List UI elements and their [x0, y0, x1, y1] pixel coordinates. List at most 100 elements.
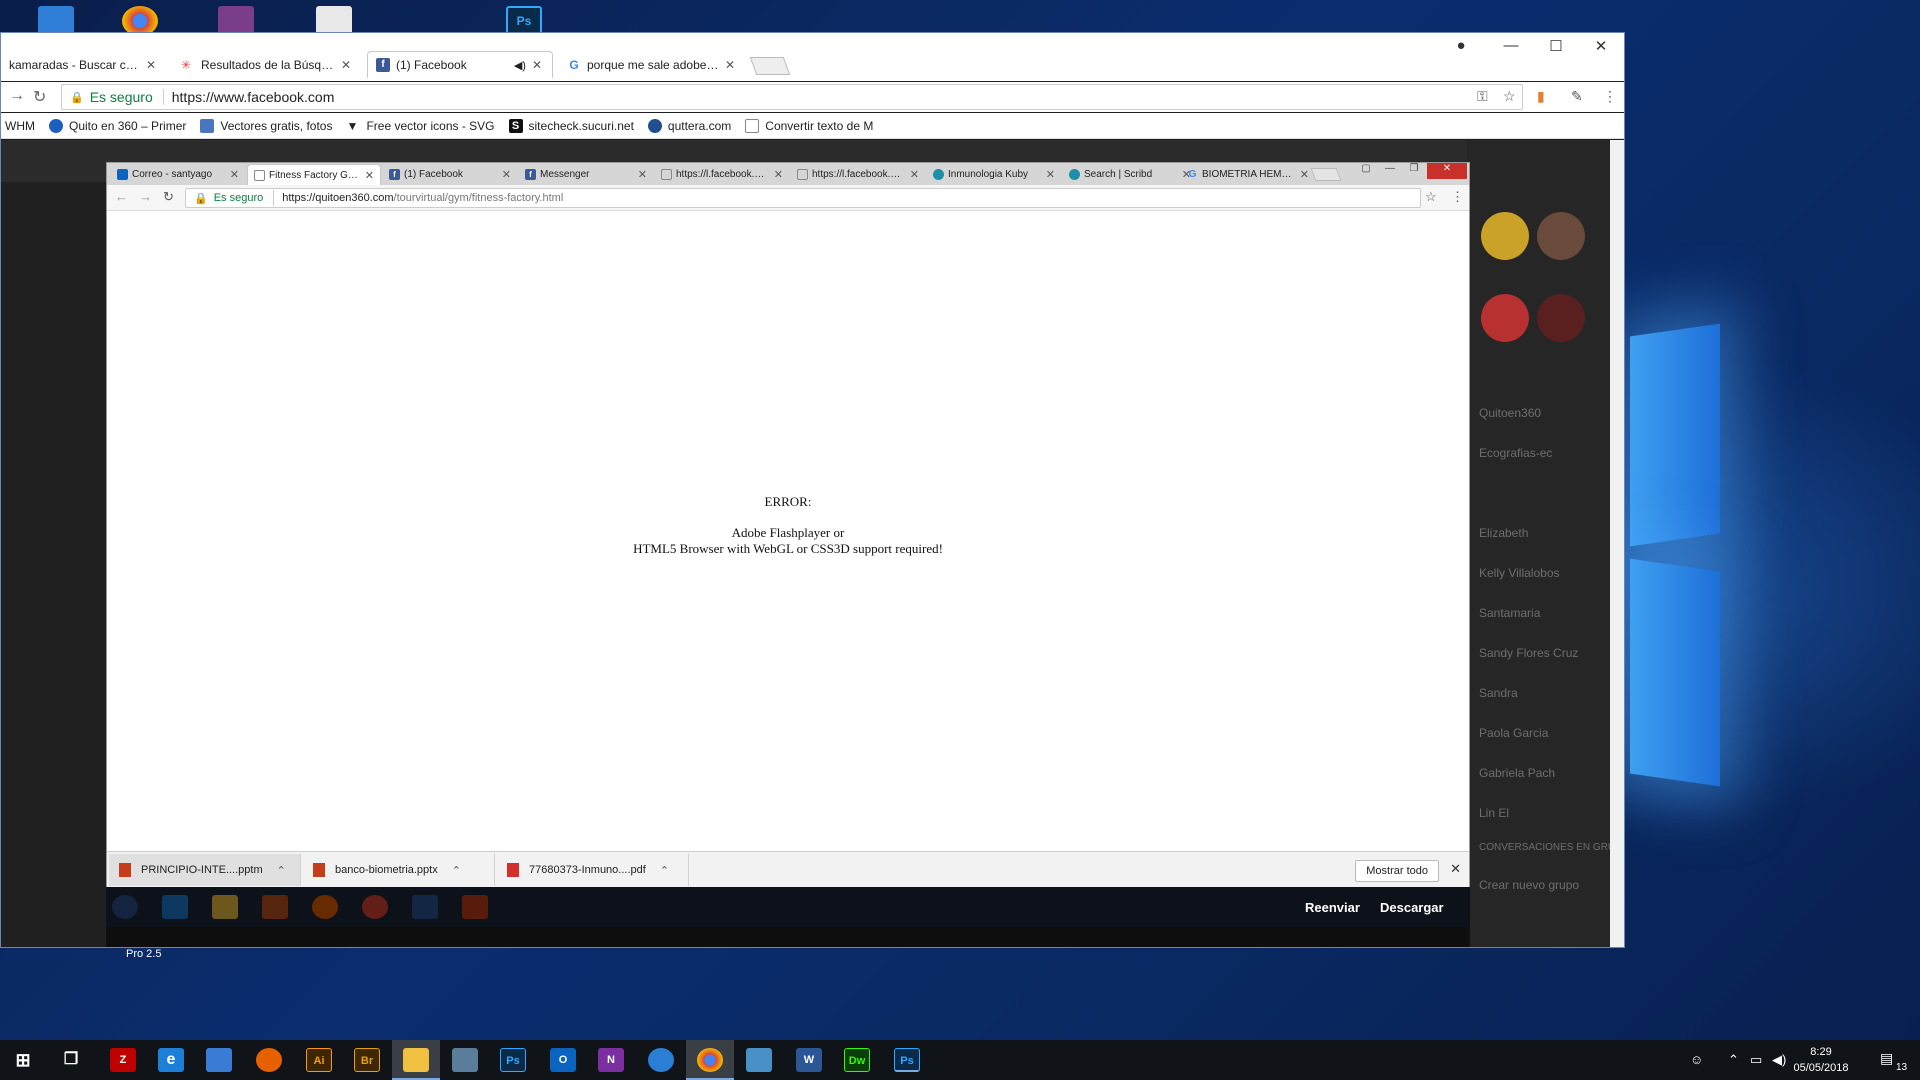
- chevron-up-icon[interactable]: ⌃: [660, 864, 669, 877]
- chevron-up-icon[interactable]: ⌃: [452, 864, 461, 877]
- notification-icon[interactable]: ▤: [1880, 1050, 1893, 1067]
- menu-icon[interactable]: ⋮: [1603, 88, 1617, 105]
- inner-tab-fitness-factory[interactable]: Fitness Factory Gym ✕: [247, 164, 381, 185]
- avatar[interactable]: [1481, 294, 1529, 342]
- onenote-icon[interactable]: N: [598, 1048, 624, 1072]
- chat-contact[interactable]: Sandy Flores Cruz: [1479, 646, 1578, 660]
- inner-address-bar[interactable]: 🔒 Es seguro https://quitoen360.com/tourv…: [185, 188, 1421, 208]
- photoshop-icon[interactable]: Ps: [500, 1048, 526, 1072]
- edge-icon[interactable]: e: [158, 1048, 184, 1072]
- star-icon[interactable]: ☆: [1503, 88, 1516, 105]
- back-icon[interactable]: ←: [115, 189, 128, 204]
- word-icon[interactable]: W: [796, 1048, 822, 1072]
- outer-tab-google-flash[interactable]: G porque me sale adobe flash ✕: [559, 51, 745, 78]
- star-icon[interactable]: ☆: [1425, 189, 1437, 205]
- chat-contact[interactable]: Santamaria: [1479, 606, 1540, 620]
- download-item[interactable]: PRINCIPIO-INTE....pptm ⌃: [109, 854, 301, 886]
- profile-icon[interactable]: ●: [1441, 37, 1481, 54]
- inner-minimize-button[interactable]: —: [1379, 163, 1401, 179]
- close-icon[interactable]: ✕: [146, 58, 156, 72]
- filezilla-icon[interactable]: Z: [110, 1048, 136, 1072]
- outer-tab-google-search[interactable]: kamaradas - Buscar con Google ✕: [1, 51, 166, 78]
- settings-app-icon[interactable]: [746, 1048, 772, 1072]
- task-view-icon[interactable]: ❐: [58, 1048, 84, 1072]
- inner-tab-scribd[interactable]: Search | Scribd ✕: [1063, 164, 1197, 185]
- reload-icon[interactable]: ↻: [163, 189, 174, 205]
- firefox-icon[interactable]: [256, 1048, 282, 1072]
- reload-icon[interactable]: ↻: [33, 87, 46, 107]
- inner-tab-inmunologia[interactable]: Inmunologia Kuby ✕: [927, 164, 1061, 185]
- bridge-icon[interactable]: Br: [354, 1048, 380, 1072]
- close-icon[interactable]: ✕: [502, 168, 511, 181]
- bookmark-vectores[interactable]: Vectores gratis, fotos: [200, 118, 332, 133]
- chrome-icon[interactable]: [697, 1048, 723, 1072]
- thunderbird-icon[interactable]: [648, 1048, 674, 1072]
- bookmark-quttera[interactable]: quttera.com: [647, 118, 731, 133]
- inner-new-tab-button[interactable]: [1310, 168, 1342, 181]
- dreamweaver-icon[interactable]: Dw: [844, 1048, 870, 1072]
- file-explorer-icon[interactable]: [403, 1048, 429, 1072]
- avatar[interactable]: [1537, 294, 1585, 342]
- bookmark-free-vector-icons[interactable]: ▼ Free vector icons - SVG: [346, 119, 494, 133]
- chat-contact[interactable]: Sandra: [1479, 686, 1518, 700]
- avatar[interactable]: [1537, 212, 1585, 260]
- bookmark-convertir[interactable]: Convertir texto de M: [745, 118, 873, 133]
- chevron-up-icon[interactable]: ⌃: [277, 864, 286, 877]
- close-icon[interactable]: ✕: [365, 169, 374, 182]
- bookmark-sitecheck[interactable]: Ssitecheck.sucuri.net: [508, 118, 634, 133]
- download-item[interactable]: 77680373-Inmuno....pdf ⌃: [497, 854, 689, 886]
- illustrator-icon[interactable]: Ai: [306, 1048, 332, 1072]
- inner-tab-messenger[interactable]: f Messenger ✕: [519, 164, 653, 185]
- forward-icon[interactable]: →: [9, 87, 25, 105]
- menu-icon[interactable]: ⋮: [1451, 189, 1464, 205]
- people-icon[interactable]: ☺: [1690, 1052, 1703, 1067]
- inner-tab-l-facebook-1[interactable]: https://l.facebook.com ✕: [655, 164, 789, 185]
- chat-contact[interactable]: Elizabeth: [1479, 526, 1528, 540]
- chevron-up-icon[interactable]: ⌃: [1728, 1052, 1739, 1068]
- close-icon[interactable]: ✕: [1046, 168, 1055, 181]
- store-icon[interactable]: [206, 1048, 232, 1072]
- maximize-button[interactable]: ☐: [1536, 37, 1576, 55]
- close-icon[interactable]: ✕: [1450, 861, 1461, 877]
- close-icon[interactable]: ✕: [341, 58, 351, 72]
- network-icon[interactable]: ▭: [1750, 1052, 1762, 1068]
- avatar[interactable]: [1481, 212, 1529, 260]
- bookmark-whm[interactable]: WHM: [5, 119, 35, 133]
- volume-icon[interactable]: ◀): [1772, 1052, 1786, 1068]
- forward-button[interactable]: Reenviar: [1305, 900, 1360, 915]
- forward-icon[interactable]: →: [139, 189, 152, 204]
- clock[interactable]: 8:29 05/05/2018: [1786, 1044, 1856, 1076]
- close-icon[interactable]: ✕: [532, 58, 542, 72]
- close-icon[interactable]: ✕: [638, 168, 647, 181]
- inner-tab-facebook[interactable]: f (1) Facebook ✕: [383, 164, 517, 185]
- eyedropper-icon[interactable]: ✎: [1571, 88, 1583, 105]
- outer-tab-facebook[interactable]: f (1) Facebook ◀) ✕: [367, 51, 553, 78]
- outer-scrollbar[interactable]: [1610, 140, 1624, 947]
- download-button[interactable]: Descargar: [1380, 900, 1444, 915]
- show-all-downloads-button[interactable]: Mostrar todo: [1355, 860, 1439, 882]
- close-icon[interactable]: ✕: [1300, 168, 1309, 181]
- start-icon[interactable]: ⊞: [10, 1048, 36, 1072]
- speaker-icon[interactable]: ◀): [514, 59, 526, 72]
- outlook-icon[interactable]: O: [550, 1048, 576, 1072]
- outer-tab-search-results[interactable]: ✳ Resultados de la Búsqueda ✕: [173, 51, 361, 78]
- minimize-button[interactable]: —: [1491, 37, 1531, 54]
- close-icon[interactable]: ✕: [774, 168, 783, 181]
- outer-address-bar[interactable]: 🔒 Es seguro https://www.facebook.com: [61, 84, 1523, 110]
- download-item[interactable]: banco-biometria.pptx ⌃: [303, 854, 495, 886]
- inner-maximize-button[interactable]: ❐: [1403, 163, 1425, 179]
- create-group-link[interactable]: Crear nuevo grupo: [1479, 878, 1579, 892]
- chat-contact[interactable]: Lin El: [1479, 806, 1509, 820]
- chat-contact[interactable]: Kelly Villalobos: [1479, 566, 1560, 580]
- bookmark-quito360[interactable]: Quito en 360 – Primer: [49, 118, 186, 133]
- new-tab-button[interactable]: [749, 57, 791, 75]
- chat-contact[interactable]: Paola Garcia: [1479, 726, 1548, 740]
- chat-contact[interactable]: Quitoen360: [1479, 406, 1541, 420]
- remote-desktop-icon[interactable]: [452, 1048, 478, 1072]
- photoshop-running-icon[interactable]: Ps: [894, 1048, 920, 1072]
- inner-tab-l-facebook-2[interactable]: https://l.facebook.com ✕: [791, 164, 925, 185]
- inner-profile-icon[interactable]: ▢: [1355, 163, 1377, 179]
- chat-contact[interactable]: Ecografias-ec: [1479, 446, 1552, 460]
- close-icon[interactable]: ✕: [725, 58, 735, 72]
- extension-icon[interactable]: ▮: [1537, 88, 1545, 105]
